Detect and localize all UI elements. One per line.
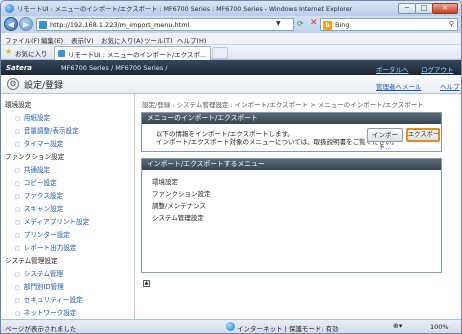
favorites-star-icon[interactable]: ★ bbox=[5, 47, 12, 56]
settings-gear-icon: ⚙ bbox=[7, 78, 19, 90]
tab-remote-ui[interactable]: リモートUI : メニューのインポート/エクスポ... bbox=[54, 46, 211, 60]
menu-view[interactable]: 表示(V) bbox=[71, 35, 94, 45]
search-icon[interactable]: ⚲ bbox=[449, 20, 454, 28]
sidebar-item-common[interactable]: □ 共通設定 bbox=[15, 164, 50, 174]
search-provider-label: Bing bbox=[335, 21, 350, 29]
sidebar-item-media-print[interactable]: □ メディアプリント設定 bbox=[15, 216, 89, 226]
panel-title: メニューのインポート/エクスポート bbox=[142, 113, 441, 124]
zoom-icon[interactable]: ⊕▾ bbox=[393, 322, 402, 330]
sidebar-item-label: コピー設定 bbox=[23, 179, 57, 187]
menu-favorites[interactable]: お気に入り(A) bbox=[101, 35, 143, 45]
device-header: Satera MF6700 Series / MF6700 Series / ポ… bbox=[1, 60, 461, 75]
page-content: Satera MF6700 Series / MF6700 Series / ポ… bbox=[1, 60, 461, 319]
sidebar-category-system: システム管理設定 bbox=[5, 257, 58, 265]
sidebar-item-scan[interactable]: □ スキャン設定 bbox=[15, 203, 63, 213]
search-input[interactable]: b Bing ⚲ bbox=[320, 18, 458, 31]
page-top-icon[interactable]: ▲ bbox=[143, 280, 150, 287]
sidebar-item-label: セキュリティー設定 bbox=[23, 296, 83, 304]
window-title: リモートUI : メニューのインポート/エクスポート : MF6700 Seri… bbox=[17, 6, 353, 13]
globe-icon bbox=[226, 322, 235, 331]
sidebar-item-label: プリンター設定 bbox=[23, 231, 70, 239]
url-dropdown-icon[interactable]: ▼ bbox=[276, 20, 281, 27]
tab-title: リモートUI : メニューのインポート/エクスポ... bbox=[68, 51, 207, 59]
close-button[interactable]: ✕ bbox=[432, 3, 458, 14]
minimize-button[interactable]: ─ bbox=[398, 3, 416, 14]
sidebar-item-paper[interactable]: □ 用紙設定 bbox=[15, 112, 50, 122]
device-model: MF6700 Series / MF6700 Series / bbox=[61, 64, 168, 72]
logout-link[interactable]: ログアウト bbox=[421, 64, 454, 74]
back-arrow-icon[interactable]: ◀ bbox=[4, 17, 18, 31]
breadcrumb: 設定/登録 : システム管理設定 : インポート/エクスポート > メニューのイ… bbox=[142, 101, 424, 109]
sidebar-item-copy[interactable]: □ コピー設定 bbox=[15, 177, 57, 187]
list-item: 環境設定 bbox=[152, 178, 178, 186]
sidebar-item-volume[interactable]: □ 音量調整/表示設定 bbox=[15, 125, 79, 135]
sidebar-item-security[interactable]: □ セキュリティー設定 bbox=[15, 294, 83, 304]
sidebar-item-label: 共通設定 bbox=[23, 166, 51, 174]
address-bar: ◀ ▶ http://192.168.1.223/m_import_menu.h… bbox=[1, 16, 461, 33]
list-item: 調整/メンテナンス bbox=[152, 202, 207, 210]
status-text: ページが表示されました bbox=[5, 325, 77, 333]
refresh-icon[interactable]: ⟳ bbox=[297, 19, 304, 28]
tab-favicon-icon bbox=[58, 50, 65, 57]
url-input[interactable]: http://192.168.1.223/m_import_menu.html … bbox=[36, 18, 294, 31]
sidebar-item-system-management[interactable]: □ システム管理 bbox=[15, 268, 63, 278]
mail-admin-link[interactable]: 管理者へメール bbox=[376, 81, 422, 91]
favorites-bar: ★ お気に入り リモートUI : メニューのインポート/エクスポ... bbox=[1, 45, 461, 60]
sidebar-item-report[interactable]: □ レポート出力設定 bbox=[15, 242, 76, 252]
status-bar: ページが表示されました インターネット | 保護モード: 有効 ⊕▾ 100% bbox=[1, 319, 461, 333]
sidebar-item-department-id[interactable]: □ 部門別ID管理 bbox=[15, 281, 64, 291]
brand-logo: Satera bbox=[6, 64, 33, 72]
sidebar: 環境設定 □ 用紙設定 □ 音量調整/表示設定 □ タイマー設定 ファンクション設定 … bbox=[1, 94, 135, 319]
page-header: ⚙ 設定/登録 管理者へメール ヘルプ bbox=[1, 75, 461, 94]
menu-tools[interactable]: ツール(T) bbox=[144, 35, 173, 45]
sidebar-item-label: ファクス設定 bbox=[23, 192, 64, 200]
sidebar-item-label: メディアプリント設定 bbox=[23, 218, 90, 226]
forward-arrow-icon[interactable]: ▶ bbox=[19, 17, 33, 31]
panel-title: インポート/エクスポートするメニュー bbox=[142, 159, 441, 170]
maximize-button[interactable]: □ bbox=[415, 3, 433, 14]
sidebar-category-function: ファンクション設定 bbox=[5, 153, 65, 161]
main-content: 設定/登録 : システム管理設定 : インポート/エクスポート > メニューのイ… bbox=[141, 94, 461, 319]
menu-help[interactable]: ヘルプ(H) bbox=[177, 35, 206, 45]
sidebar-item-label: スキャン設定 bbox=[23, 205, 64, 213]
sidebar-item-label: レポート出力設定 bbox=[23, 244, 77, 252]
ie-icon bbox=[5, 4, 14, 13]
import-button[interactable]: インポート... bbox=[367, 128, 403, 151]
menu-bar: ファイル(F) 編集(E) 表示(V) お気に入り(A) ツール(T) ヘルプ(… bbox=[1, 33, 461, 45]
sidebar-item-label: 部門別ID管理 bbox=[23, 283, 64, 291]
zoom-level[interactable]: 100% bbox=[430, 323, 449, 331]
menu-list-panel: インポート/エクスポートするメニュー 環境設定 ファンクション設定 調整/メンテ… bbox=[141, 158, 442, 273]
sidebar-item-label: 用紙設定 bbox=[23, 114, 51, 122]
title-bar: リモートUI : メニューのインポート/エクスポート : MF6700 Seri… bbox=[1, 1, 461, 16]
sidebar-category-preferences: 環境設定 bbox=[5, 101, 32, 109]
sidebar-item-label: タイマー設定 bbox=[23, 140, 64, 148]
list-item: システム管理設定 bbox=[152, 214, 204, 222]
url-text[interactable]: http://192.168.1.223/m_import_menu.html bbox=[50, 21, 189, 29]
list-item: ファンクション設定 bbox=[152, 190, 211, 198]
help-link[interactable]: ヘルプ bbox=[440, 81, 460, 91]
bing-logo-icon: b bbox=[323, 21, 332, 30]
sidebar-item-fax[interactable]: □ ファクス設定 bbox=[15, 190, 63, 200]
menu-file[interactable]: ファイル(F) bbox=[5, 35, 40, 45]
start-export-button[interactable]: エクスポート開始 bbox=[406, 128, 440, 142]
import-export-panel: メニューのインポート/エクスポート 以下の情報をインポート/エクスポートします。… bbox=[141, 112, 442, 152]
panel-note: インポート/エクスポート対象のメニューについては、取扱説明書をご覧ください。 bbox=[156, 138, 399, 146]
menu-edit[interactable]: 編集(E) bbox=[41, 35, 63, 45]
favorites-button[interactable]: お気に入り bbox=[15, 48, 48, 58]
browser-window: リモートUI : メニューのインポート/エクスポート : MF6700 Seri… bbox=[0, 0, 462, 334]
site-favicon-icon bbox=[39, 21, 47, 29]
sidebar-item-label: システム管理 bbox=[23, 270, 64, 278]
sidebar-item-network[interactable]: □ ネットワーク設定 bbox=[15, 307, 76, 317]
sidebar-item-label: 音量調整/表示設定 bbox=[23, 127, 79, 135]
sidebar-item-printer[interactable]: □ プリンター設定 bbox=[15, 229, 70, 239]
new-tab-button[interactable] bbox=[212, 47, 228, 59]
stop-icon[interactable]: ✕ bbox=[310, 18, 318, 28]
sidebar-item-label: ネットワーク設定 bbox=[23, 309, 77, 317]
sidebar-item-timer[interactable]: □ タイマー設定 bbox=[15, 138, 63, 148]
page-title: 設定/登録 bbox=[24, 81, 64, 91]
security-zone: インターネット | 保護モード: 有効 bbox=[237, 325, 339, 333]
portal-link[interactable]: ポータルへ bbox=[376, 64, 409, 74]
